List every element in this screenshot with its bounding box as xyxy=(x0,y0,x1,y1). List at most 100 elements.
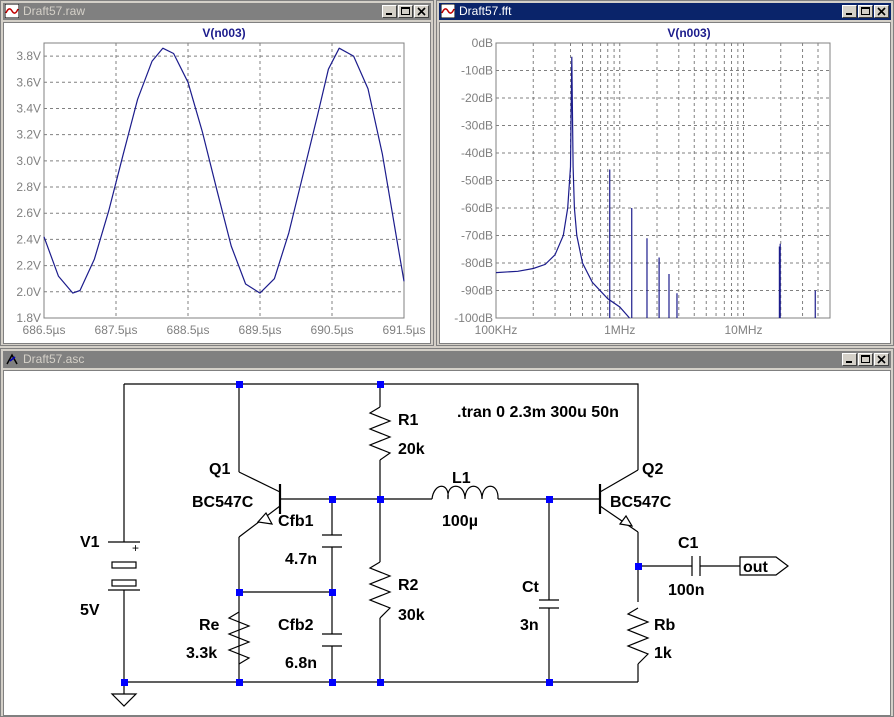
label-cfb1: Cfb1 xyxy=(278,513,314,530)
raw-x-tick-label: 689.5µs xyxy=(239,323,282,337)
net-label-out[interactable]: out xyxy=(743,559,769,576)
label-q2: Q2 xyxy=(642,461,663,478)
capacitor-cfb1[interactable] xyxy=(322,534,342,548)
maximize-icon xyxy=(861,7,870,15)
fft-plot-window[interactable]: Draft57.fft 0dB -10dB -20dB -30dB -40dB -50dB… xyxy=(436,0,894,346)
schematic-window-title: Draft57.asc xyxy=(23,352,85,366)
inductor-l1[interactable] xyxy=(431,485,499,500)
raw-x-tick-label: 690.5µs xyxy=(311,323,354,337)
raw-y-tick-label: 3.8V xyxy=(16,49,41,63)
raw-y-tick-label: 2.6V xyxy=(16,206,41,220)
fft-y-tick-label: -70dB xyxy=(461,229,493,243)
fft-y-tick-label: 0dB xyxy=(472,36,493,50)
raw-waveform-chart[interactable]: 1.8V2.0V2.2V2.4V2.6V2.8V3.0V3.2V3.4V3.6V… xyxy=(4,23,430,343)
value-c1: 100n xyxy=(668,582,704,599)
schematic-canvas[interactable]: .tran 0 2.3m 300u 50n V1 5V + Q1 BC547C … xyxy=(3,370,891,716)
value-v1: 5V xyxy=(80,602,100,619)
model-q2: BC547C xyxy=(610,494,672,511)
resistor-r2[interactable] xyxy=(368,561,392,619)
value-ct: 3n xyxy=(520,617,539,634)
fft-x-tick-label: 100KHz xyxy=(475,323,518,337)
close-icon xyxy=(877,7,886,16)
fft-y-tick-label: -10dB xyxy=(461,64,493,78)
value-cfb1: 4.7n xyxy=(285,551,317,568)
fft-window-titlebar[interactable]: Draft57.fft xyxy=(439,3,891,20)
fft-x-tick-label: 1MHz xyxy=(604,323,635,337)
value-r1: 20k xyxy=(398,441,425,458)
close-button[interactable] xyxy=(874,5,889,18)
value-rb: 1k xyxy=(654,645,672,662)
waveform-icon xyxy=(5,4,19,18)
resistor-rb[interactable] xyxy=(626,607,650,665)
value-cfb2: 6.8n xyxy=(285,655,317,672)
resistor-r1[interactable] xyxy=(368,406,392,461)
close-icon xyxy=(417,7,426,16)
label-r1: R1 xyxy=(398,412,419,429)
fft-y-tick-label: -60dB xyxy=(461,201,493,215)
raw-plot-frame xyxy=(43,42,405,319)
fft-x-tick-label: 10MHz xyxy=(724,323,762,337)
raw-y-tick-label: 3.4V xyxy=(16,101,41,115)
raw-x-tick-label: 687.5µs xyxy=(95,323,138,337)
model-q1: BC547C xyxy=(192,494,254,511)
label-re: Re xyxy=(199,617,220,634)
raw-y-tick-label: 3.2V xyxy=(16,128,41,142)
label-cfb2: Cfb2 xyxy=(278,617,314,634)
value-l1: 100µ xyxy=(442,513,478,530)
fft-y-tick-label: -50dB xyxy=(461,174,493,188)
raw-x-tick-label: 688.5µs xyxy=(167,323,210,337)
label-v1: V1 xyxy=(80,534,100,551)
maximize-icon xyxy=(861,355,870,363)
raw-y-tick-label: 3.6V xyxy=(16,75,41,89)
minimize-button[interactable] xyxy=(842,353,857,366)
waveform-icon xyxy=(441,4,455,18)
label-v1-plus: + xyxy=(132,541,139,555)
raw-window-title: Draft57.raw xyxy=(23,4,86,18)
raw-x-tick-label: 691.5µs xyxy=(383,323,426,337)
sim-directive[interactable]: .tran 0 2.3m 300u 50n xyxy=(457,404,619,421)
label-rb: Rb xyxy=(654,617,676,634)
raw-y-tick-label: 2.4V xyxy=(16,232,41,246)
close-button[interactable] xyxy=(414,5,429,18)
fft-plot-area[interactable]: 0dB -10dB -20dB -30dB -40dB -50dB -60dB -70dB -8… xyxy=(439,22,891,344)
maximize-button[interactable] xyxy=(858,5,873,18)
raw-y-tick-label: 2.0V xyxy=(16,285,41,299)
value-r2: 30k xyxy=(398,607,425,624)
close-button[interactable] xyxy=(874,353,889,366)
raw-window-titlebar[interactable]: Draft57.raw xyxy=(3,3,431,20)
fft-y-tick-label: -20dB xyxy=(461,91,493,105)
minimize-button[interactable] xyxy=(842,5,857,18)
schematic-window[interactable]: Draft57.asc .tran 0 2.3m 300u 50n V1 5V … xyxy=(0,348,894,717)
raw-trace-label: V(n003) xyxy=(202,26,245,40)
schematic-drawing[interactable]: .tran 0 2.3m 300u 50n V1 5V + Q1 BC547C … xyxy=(4,371,890,715)
raw-y-tick-label: 3.0V xyxy=(16,154,41,168)
minimize-button[interactable] xyxy=(382,5,397,18)
junction-dots xyxy=(121,381,642,686)
value-re: 3.3k xyxy=(186,645,217,662)
label-c1: C1 xyxy=(678,535,699,552)
minimize-icon xyxy=(846,361,852,363)
maximize-button[interactable] xyxy=(398,5,413,18)
minimize-icon xyxy=(386,13,392,15)
capacitor-ct[interactable] xyxy=(539,599,559,609)
label-q1: Q1 xyxy=(209,461,230,478)
raw-plot-window[interactable]: Draft57.raw 1.8V 2.0V 2.2V 2.4V 2.6V 2.8V 3.0V… xyxy=(0,0,434,346)
fft-trace-label: V(n003) xyxy=(667,26,710,40)
fft-y-tick-label: -40dB xyxy=(461,146,493,160)
fft-y-tick-label: -80dB xyxy=(461,256,493,270)
maximize-icon xyxy=(401,7,410,15)
capacitor-cfb2[interactable] xyxy=(322,633,342,647)
fft-window-title: Draft57.fft xyxy=(459,4,512,18)
fft-y-tick-label: -90dB xyxy=(461,284,493,298)
maximize-button[interactable] xyxy=(858,353,873,366)
close-icon xyxy=(877,355,886,364)
raw-y-tick-label: 2.2V xyxy=(16,259,41,273)
schematic-window-titlebar[interactable]: Draft57.asc xyxy=(3,351,891,368)
fft-y-tick-label: -30dB xyxy=(461,119,493,133)
raw-plot-area[interactable]: 1.8V 2.0V 2.2V 2.4V 2.6V 2.8V 3.0V 3.2V 3.4V 3.6V… xyxy=(3,22,431,344)
capacitor-c1[interactable] xyxy=(691,556,701,576)
label-r2: R2 xyxy=(398,577,419,594)
label-l1: L1 xyxy=(452,470,471,487)
fft-spectrum-chart[interactable]: 0dB -10dB -20dB -30dB -40dB -50dB -60dB -70dB -8… xyxy=(440,23,890,343)
raw-x-tick-label: 686.5µs xyxy=(23,323,66,337)
